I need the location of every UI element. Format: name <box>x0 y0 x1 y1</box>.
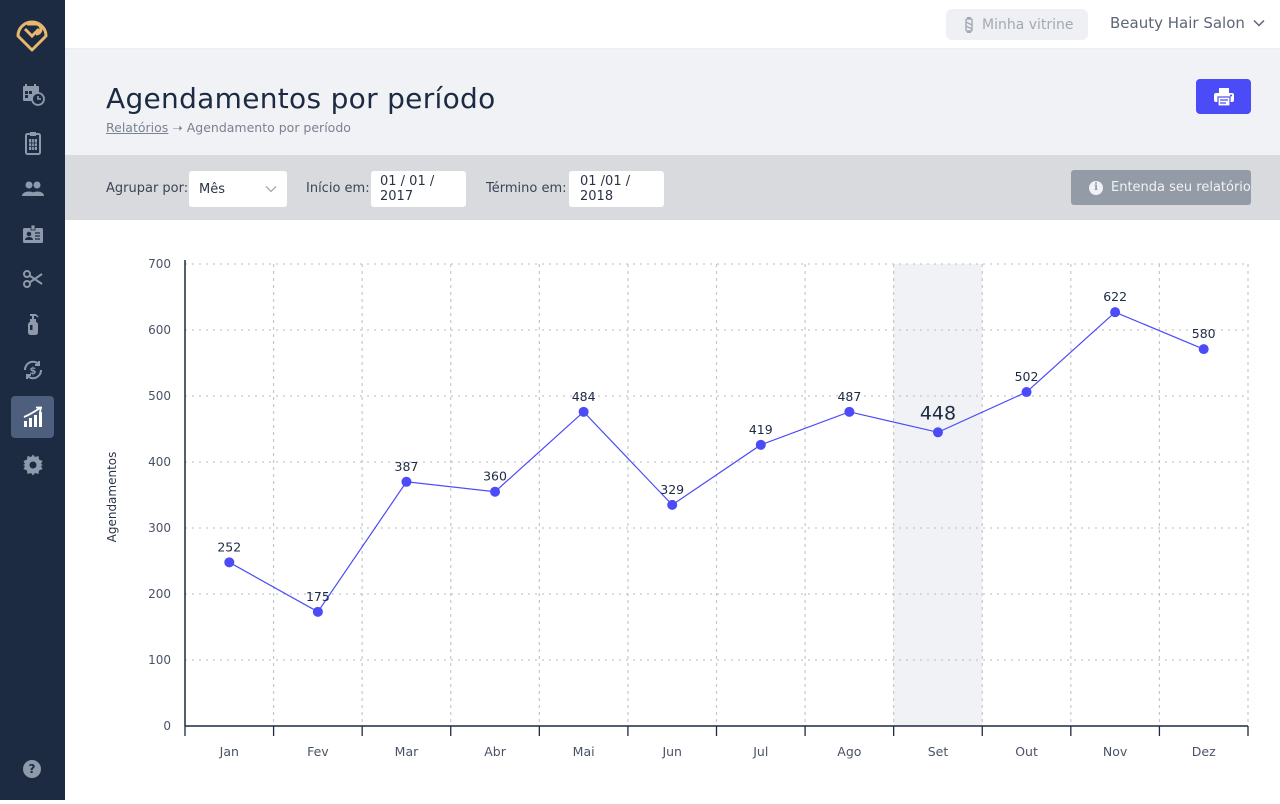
x-tick-label: Mar <box>395 744 419 759</box>
minha-vitrine-button[interactable]: Minha vitrine <box>946 9 1088 40</box>
id-card-icon <box>22 224 43 243</box>
y-tick-label: 200 <box>148 587 171 601</box>
data-point <box>312 606 323 617</box>
x-tick-label: Jun <box>661 744 682 759</box>
data-label: 448 <box>920 402 956 424</box>
x-tick-label: Mai <box>573 744 595 759</box>
y-tick-label: 700 <box>148 257 171 271</box>
data-label: 580 <box>1192 326 1216 341</box>
sidebar-item-clientes[interactable] <box>11 168 54 210</box>
x-tick-label: Abr <box>484 744 506 759</box>
sidebar-item-caixa[interactable] <box>11 122 54 164</box>
print-button[interactable] <box>1196 79 1251 114</box>
x-tick-label: Dez <box>1192 744 1216 759</box>
end-date-input[interactable]: 01 /01 / 2018 <box>569 171 664 207</box>
breadcrumb-current: Agendamento por período <box>186 120 351 135</box>
data-point <box>1110 307 1121 318</box>
y-tick-label: 300 <box>148 521 171 535</box>
data-point <box>1198 344 1209 355</box>
y-tick-label: 600 <box>148 323 171 337</box>
sidebar-item-produtos[interactable] <box>11 303 54 345</box>
group-by-select[interactable]: Mês <box>189 171 287 207</box>
sidebar-item-financeiro[interactable]: $ <box>11 349 54 391</box>
start-date-label: Início em: <box>306 181 370 196</box>
data-label: 484 <box>572 389 596 404</box>
x-tick-label: Fev <box>307 744 329 759</box>
page-title: Agendamentos por período <box>106 82 496 115</box>
chevron-down-icon <box>1253 19 1265 27</box>
chart-growth-icon <box>23 406 42 427</box>
data-label: 175 <box>306 589 330 604</box>
data-label: 419 <box>749 422 773 437</box>
data-point <box>490 486 501 497</box>
account-name: Beauty Hair Salon <box>1110 14 1245 32</box>
sidebar-item-configuracoes[interactable] <box>11 444 54 486</box>
end-date-label: Término em: <box>486 181 567 196</box>
calendar-clock-icon <box>22 84 45 106</box>
data-label: 252 <box>217 539 241 554</box>
sidebar: $ ? <box>0 0 65 800</box>
logo-icon[interactable] <box>14 12 50 52</box>
breadcrumb-link-relatorios[interactable]: Relatórios <box>106 120 168 135</box>
data-point <box>932 427 943 438</box>
data-label: 329 <box>660 482 684 497</box>
breadcrumb: Relatórios ➝ Agendamento por período <box>106 120 351 135</box>
barber-pole-icon <box>965 16 973 33</box>
data-label: 622 <box>1103 289 1127 304</box>
scissors-icon <box>22 270 43 288</box>
calculator-icon <box>24 132 41 155</box>
data-point <box>1021 387 1032 398</box>
data-label: 502 <box>1015 369 1039 384</box>
data-point <box>667 499 678 510</box>
data-point <box>844 406 855 417</box>
x-tick-label: Jul <box>752 744 768 759</box>
group-by-value: Mês <box>199 181 225 197</box>
data-label: 487 <box>837 389 861 404</box>
money-cycle-icon: $ <box>23 360 42 380</box>
x-tick-label: Ago <box>837 744 861 759</box>
group-by-label: Agrupar por: <box>106 181 189 196</box>
page-header: Agendamentos por período Relatórios ➝ Ag… <box>65 49 1280 155</box>
gear-icon <box>22 454 43 476</box>
minha-vitrine-label: Minha vitrine <box>982 16 1074 33</box>
sidebar-item-servicos[interactable] <box>11 258 54 300</box>
info-icon: i <box>1089 180 1103 195</box>
data-label: 387 <box>395 459 419 474</box>
svg-text:$: $ <box>29 366 36 377</box>
y-tick-label: 0 <box>163 719 171 733</box>
printer-icon <box>1213 87 1234 106</box>
y-tick-label: 500 <box>148 389 171 403</box>
x-tick-label: Out <box>1015 744 1038 759</box>
x-tick-label: Jan <box>219 744 239 759</box>
data-label: 360 <box>483 469 507 484</box>
account-menu[interactable]: Beauty Hair Salon <box>1110 14 1265 32</box>
users-icon <box>21 181 44 196</box>
sidebar-item-relatorios[interactable] <box>11 396 54 438</box>
data-point <box>224 557 235 568</box>
data-point <box>755 439 766 450</box>
breadcrumb-separator: ➝ <box>172 120 183 135</box>
chevron-down-icon <box>265 186 277 193</box>
y-axis-label: Agendamentos <box>105 452 119 543</box>
help-icon[interactable]: ? <box>23 760 41 778</box>
chart-container: 0 100 200 300 400 500 600 700 Jan Fev Mar Abr Mai Jun… <box>65 220 1280 800</box>
data-point <box>578 406 589 417</box>
understand-report-label: Entenda seu relatório <box>1111 180 1251 195</box>
start-date-input[interactable]: 01 / 01 / 2017 <box>371 171 466 207</box>
highlight-band <box>893 264 983 726</box>
filter-bar: Agrupar por: Mês Início em: 01 / 01 / 20… <box>65 155 1280 220</box>
y-tick-label: 400 <box>148 455 171 469</box>
sidebar-item-profissionais[interactable] <box>11 213 54 255</box>
line-chart: 0 100 200 300 400 500 600 700 Jan Fev Mar Abr Mai Jun… <box>105 257 1249 759</box>
sidebar-item-agenda[interactable] <box>11 73 54 115</box>
x-tick-label: Set <box>928 744 949 759</box>
x-tick-label: Nov <box>1103 744 1128 759</box>
product-bottle-icon <box>27 314 39 335</box>
understand-report-button[interactable]: i Entenda seu relatório <box>1071 170 1251 205</box>
topbar: Minha vitrine Beauty Hair Salon <box>65 0 1280 49</box>
data-point <box>401 476 412 487</box>
y-tick-label: 100 <box>148 653 171 667</box>
